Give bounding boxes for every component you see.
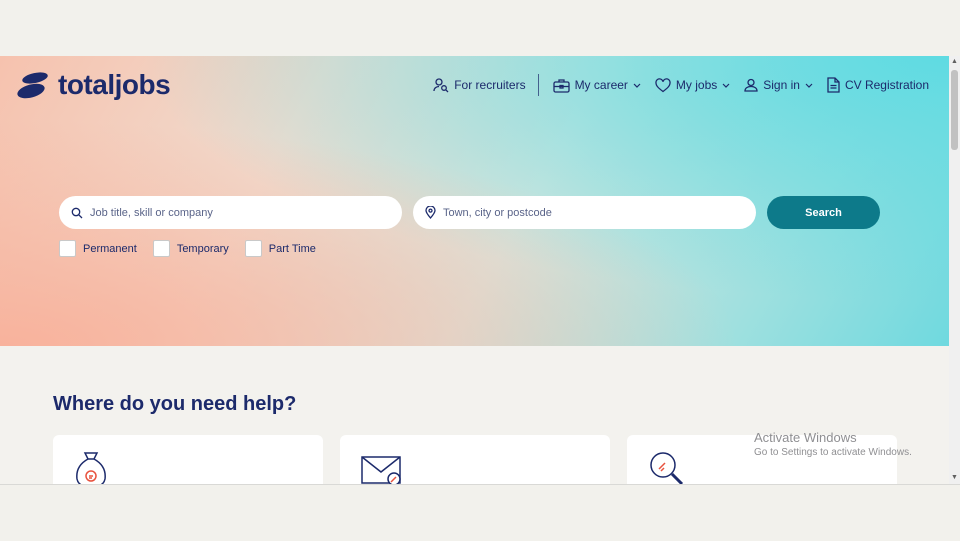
browser-viewport: totaljobs For recruiters My career My jo… <box>0 56 949 484</box>
filter-label: Permanent <box>83 242 137 255</box>
my-career-label: My career <box>574 78 628 92</box>
help-section-title: Where do you need help? <box>53 393 297 415</box>
logo-text: totaljobs <box>58 69 171 100</box>
my-career-menu[interactable]: My career <box>552 78 641 93</box>
sign-in-label: Sign in <box>763 78 800 92</box>
magnifier-icon <box>647 449 687 484</box>
keyword-search-field[interactable] <box>59 196 402 229</box>
permanent-checkbox[interactable] <box>59 240 76 257</box>
chevron-down-icon <box>722 83 730 88</box>
for-recruiters-label: For recruiters <box>454 78 526 92</box>
scroll-down-arrow-icon[interactable]: ▼ <box>949 472 960 484</box>
my-jobs-menu[interactable]: My jobs <box>655 77 730 93</box>
briefcase-icon <box>552 78 570 93</box>
location-pin-icon <box>425 206 436 219</box>
temporary-checkbox[interactable] <box>152 240 170 257</box>
part-time-checkbox[interactable] <box>244 240 262 257</box>
help-card-applications[interactable] <box>340 435 610 484</box>
chevron-down-icon <box>633 83 641 88</box>
money-bag-icon <box>73 449 109 484</box>
logo-mark-icon <box>16 70 52 100</box>
location-input[interactable] <box>443 206 723 219</box>
help-card-salary[interactable] <box>53 435 323 484</box>
filter-temporary[interactable]: Temporary <box>152 240 229 257</box>
keyword-input[interactable] <box>90 206 370 219</box>
filter-permanent[interactable]: Permanent <box>59 240 137 257</box>
filter-label: Part Time <box>268 242 316 255</box>
sign-in-menu[interactable]: Sign in <box>744 78 813 92</box>
cv-registration-link[interactable]: CV Registration <box>827 77 929 93</box>
chevron-down-icon <box>805 83 813 88</box>
scroll-up-arrow-icon[interactable]: ▲ <box>949 56 960 68</box>
top-nav: For recruiters My career My jobs Sign in… <box>419 73 929 97</box>
document-icon <box>827 77 840 93</box>
bottom-band <box>0 484 960 541</box>
filter-part-time[interactable]: Part Time <box>244 240 316 257</box>
help-card-search[interactable] <box>627 435 897 484</box>
job-type-filters: Permanent Temporary Part Time <box>59 240 332 257</box>
cv-registration-label: CV Registration <box>844 78 929 92</box>
filter-label: Temporary <box>176 242 229 255</box>
for-recruiters-link[interactable]: For recruiters <box>433 77 526 93</box>
envelope-icon <box>360 449 406 484</box>
my-jobs-label: My jobs <box>675 78 718 92</box>
search-button[interactable]: Search <box>767 196 880 229</box>
recruiter-search-icon <box>433 78 449 93</box>
totaljobs-logo[interactable]: totaljobs <box>16 69 171 101</box>
top-band <box>0 0 960 56</box>
heart-icon <box>655 77 671 92</box>
vertical-scrollbar[interactable]: ▲ ▼ <box>949 56 960 484</box>
user-icon <box>744 78 758 92</box>
scroll-thumb[interactable] <box>951 70 958 150</box>
search-icon <box>71 207 83 218</box>
nav-divider <box>537 74 539 96</box>
location-search-field[interactable] <box>413 196 756 229</box>
hero-banner: totaljobs For recruiters My career My jo… <box>0 56 949 346</box>
